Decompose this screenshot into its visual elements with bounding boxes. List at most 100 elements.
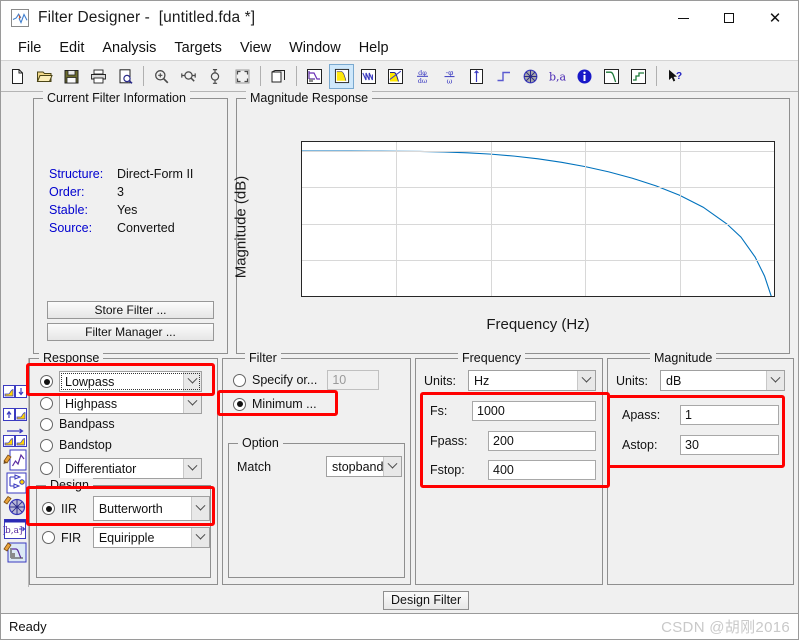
design-filter-button[interactable]: Design Filter [383, 590, 470, 610]
specify-order-radio[interactable] [233, 373, 246, 387]
astop-row: Astop: 30 [622, 435, 779, 455]
minimum-order-row[interactable]: Minimum ... [233, 397, 317, 411]
context-help-button[interactable]: ? [662, 64, 687, 89]
menu-bar: File Edit Analysis Targets View Window H… [1, 35, 798, 61]
toolbar-separator [143, 66, 144, 86]
new-file-button[interactable] [5, 64, 30, 89]
filter-order-input[interactable]: 10 [327, 370, 380, 390]
match-combo[interactable]: stopband [326, 456, 402, 477]
source-value: Converted [117, 221, 175, 235]
zoom-x-button[interactable] [176, 64, 201, 89]
toolbar-separator [260, 66, 261, 86]
set-quantization-parameters-button[interactable] [2, 449, 28, 471]
magnitude-units-combo[interactable]: dB [660, 370, 785, 391]
filter-coefficients-panel-button[interactable]: [b,a] [2, 518, 28, 540]
response-option-bandstop[interactable]: Bandstop [40, 438, 112, 452]
menu-window[interactable]: Window [280, 38, 350, 58]
response-option-differentiator[interactable]: Differentiator [40, 458, 210, 479]
differentiator-radio[interactable] [40, 462, 53, 475]
response-option-bandpass[interactable]: Bandpass [40, 417, 115, 431]
phase-response-button[interactable] [356, 64, 381, 89]
filter-coefficients-button[interactable]: [b,a] [545, 64, 570, 89]
response-option-highpass[interactable]: Highpass [40, 393, 210, 414]
fir-method-combo[interactable]: Equiripple [92, 527, 210, 548]
astop-input[interactable]: 30 [680, 435, 779, 455]
svg-text:dω: dω [418, 77, 427, 85]
convert-structure-button[interactable] [2, 426, 28, 448]
specify-order-label: Specify or... [252, 373, 318, 387]
print-preview-button[interactable] [113, 64, 138, 89]
magnitude-response-estimate-button[interactable] [599, 64, 624, 89]
phase-delay-button[interactable]: -φ ω [437, 64, 462, 89]
design-filter-panel-button[interactable] [2, 541, 28, 563]
response-option-lowpass[interactable]: Lowpass [40, 371, 210, 392]
side-toolbar: [b,a] [1, 358, 29, 587]
specify-order-row[interactable]: Specify or... 10 [233, 370, 405, 390]
print-button[interactable] [86, 64, 111, 89]
menu-help[interactable]: Help [350, 38, 398, 58]
svg-text:[b,a]: [b,a] [549, 70, 566, 83]
magnitude-response-panel: Magnitude Response Magnitude (dB) 010020… [233, 91, 790, 354]
lowpass-combo-value: Lowpass [65, 374, 115, 389]
fir-label: FIR [61, 530, 82, 545]
highpass-radio[interactable] [40, 397, 53, 410]
save-button[interactable] [59, 64, 84, 89]
close-button[interactable]: ✕ [752, 1, 798, 35]
fstop-label: Fstop: [430, 463, 465, 477]
menu-analysis[interactable]: Analysis [93, 38, 165, 58]
filter-manager-button[interactable]: Filter Manager ... [47, 323, 214, 341]
open-folder-button[interactable] [32, 64, 57, 89]
magnitude-response-chart[interactable]: Magnitude (dB) 01002003004000-20-40-60-8… [233, 105, 783, 349]
zoom-y-button[interactable] [203, 64, 228, 89]
chevron-down-icon [183, 394, 201, 413]
fpass-input[interactable]: 200 [488, 431, 596, 451]
frequency-specifications-panel: Frequency Units: Hz Fs: 1000 Fpass: 200 … [415, 351, 610, 585]
magnitude-and-phase-button[interactable] [383, 64, 408, 89]
grid-line-horizontal [302, 223, 774, 225]
order-label: Order: [49, 185, 85, 199]
highpass-combo[interactable]: Highpass [59, 393, 202, 414]
fstop-input[interactable]: 400 [488, 460, 596, 480]
lowpass-combo[interactable]: Lowpass [59, 371, 202, 392]
restore-default-view-button[interactable] [266, 64, 291, 89]
design-method-iir[interactable]: IIR Butterworth [42, 496, 210, 521]
bandstop-radio[interactable] [40, 438, 53, 452]
group-delay-button[interactable]: dφ dω [410, 64, 435, 89]
plot-area[interactable]: 01002003004000-20-40-60-80 [301, 141, 775, 297]
menu-file[interactable]: File [9, 38, 50, 58]
pole-zero-plot-button[interactable] [518, 64, 543, 89]
design-method-fir[interactable]: FIR Equiripple [42, 527, 210, 548]
zoom-in-button[interactable] [149, 64, 174, 89]
grid-line-vertical [585, 142, 587, 296]
bandpass-radio[interactable] [40, 417, 53, 431]
fir-radio[interactable] [42, 531, 55, 544]
realize-model-button[interactable] [2, 472, 28, 494]
menu-targets[interactable]: Targets [165, 38, 231, 58]
round-off-noise-power-button[interactable] [626, 64, 651, 89]
maximize-button[interactable] [706, 1, 752, 35]
filter-specifications-button[interactable] [302, 64, 327, 89]
frequency-units-combo[interactable]: Hz [468, 370, 596, 391]
iir-method-combo[interactable]: Butterworth [92, 496, 210, 521]
filter-information-button[interactable] [572, 64, 597, 89]
import-export-filter-button[interactable] [2, 380, 28, 402]
fit-to-view-button[interactable] [230, 64, 255, 89]
transform-filter-button[interactable] [2, 403, 28, 425]
magnitude-response-button[interactable] [329, 63, 354, 89]
store-filter-button[interactable]: Store Filter ... [47, 301, 214, 319]
fstop-row: Fstop: 400 [430, 460, 596, 480]
menu-edit[interactable]: Edit [50, 38, 93, 58]
fs-input[interactable]: 1000 [472, 401, 596, 421]
menu-view[interactable]: View [231, 38, 280, 58]
impulse-response-button[interactable] [464, 64, 489, 89]
design-caption: Design [46, 478, 93, 492]
apass-input[interactable]: 1 [680, 405, 779, 425]
minimize-button[interactable] [660, 1, 706, 35]
differentiator-combo[interactable]: Differentiator [59, 458, 202, 479]
step-response-button[interactable] [491, 64, 516, 89]
iir-radio[interactable] [42, 502, 55, 515]
iir-label: IIR [61, 501, 77, 516]
pole-zero-editor-button[interactable] [2, 495, 28, 517]
lowpass-radio[interactable] [40, 375, 53, 388]
minimum-order-radio[interactable] [233, 397, 246, 411]
